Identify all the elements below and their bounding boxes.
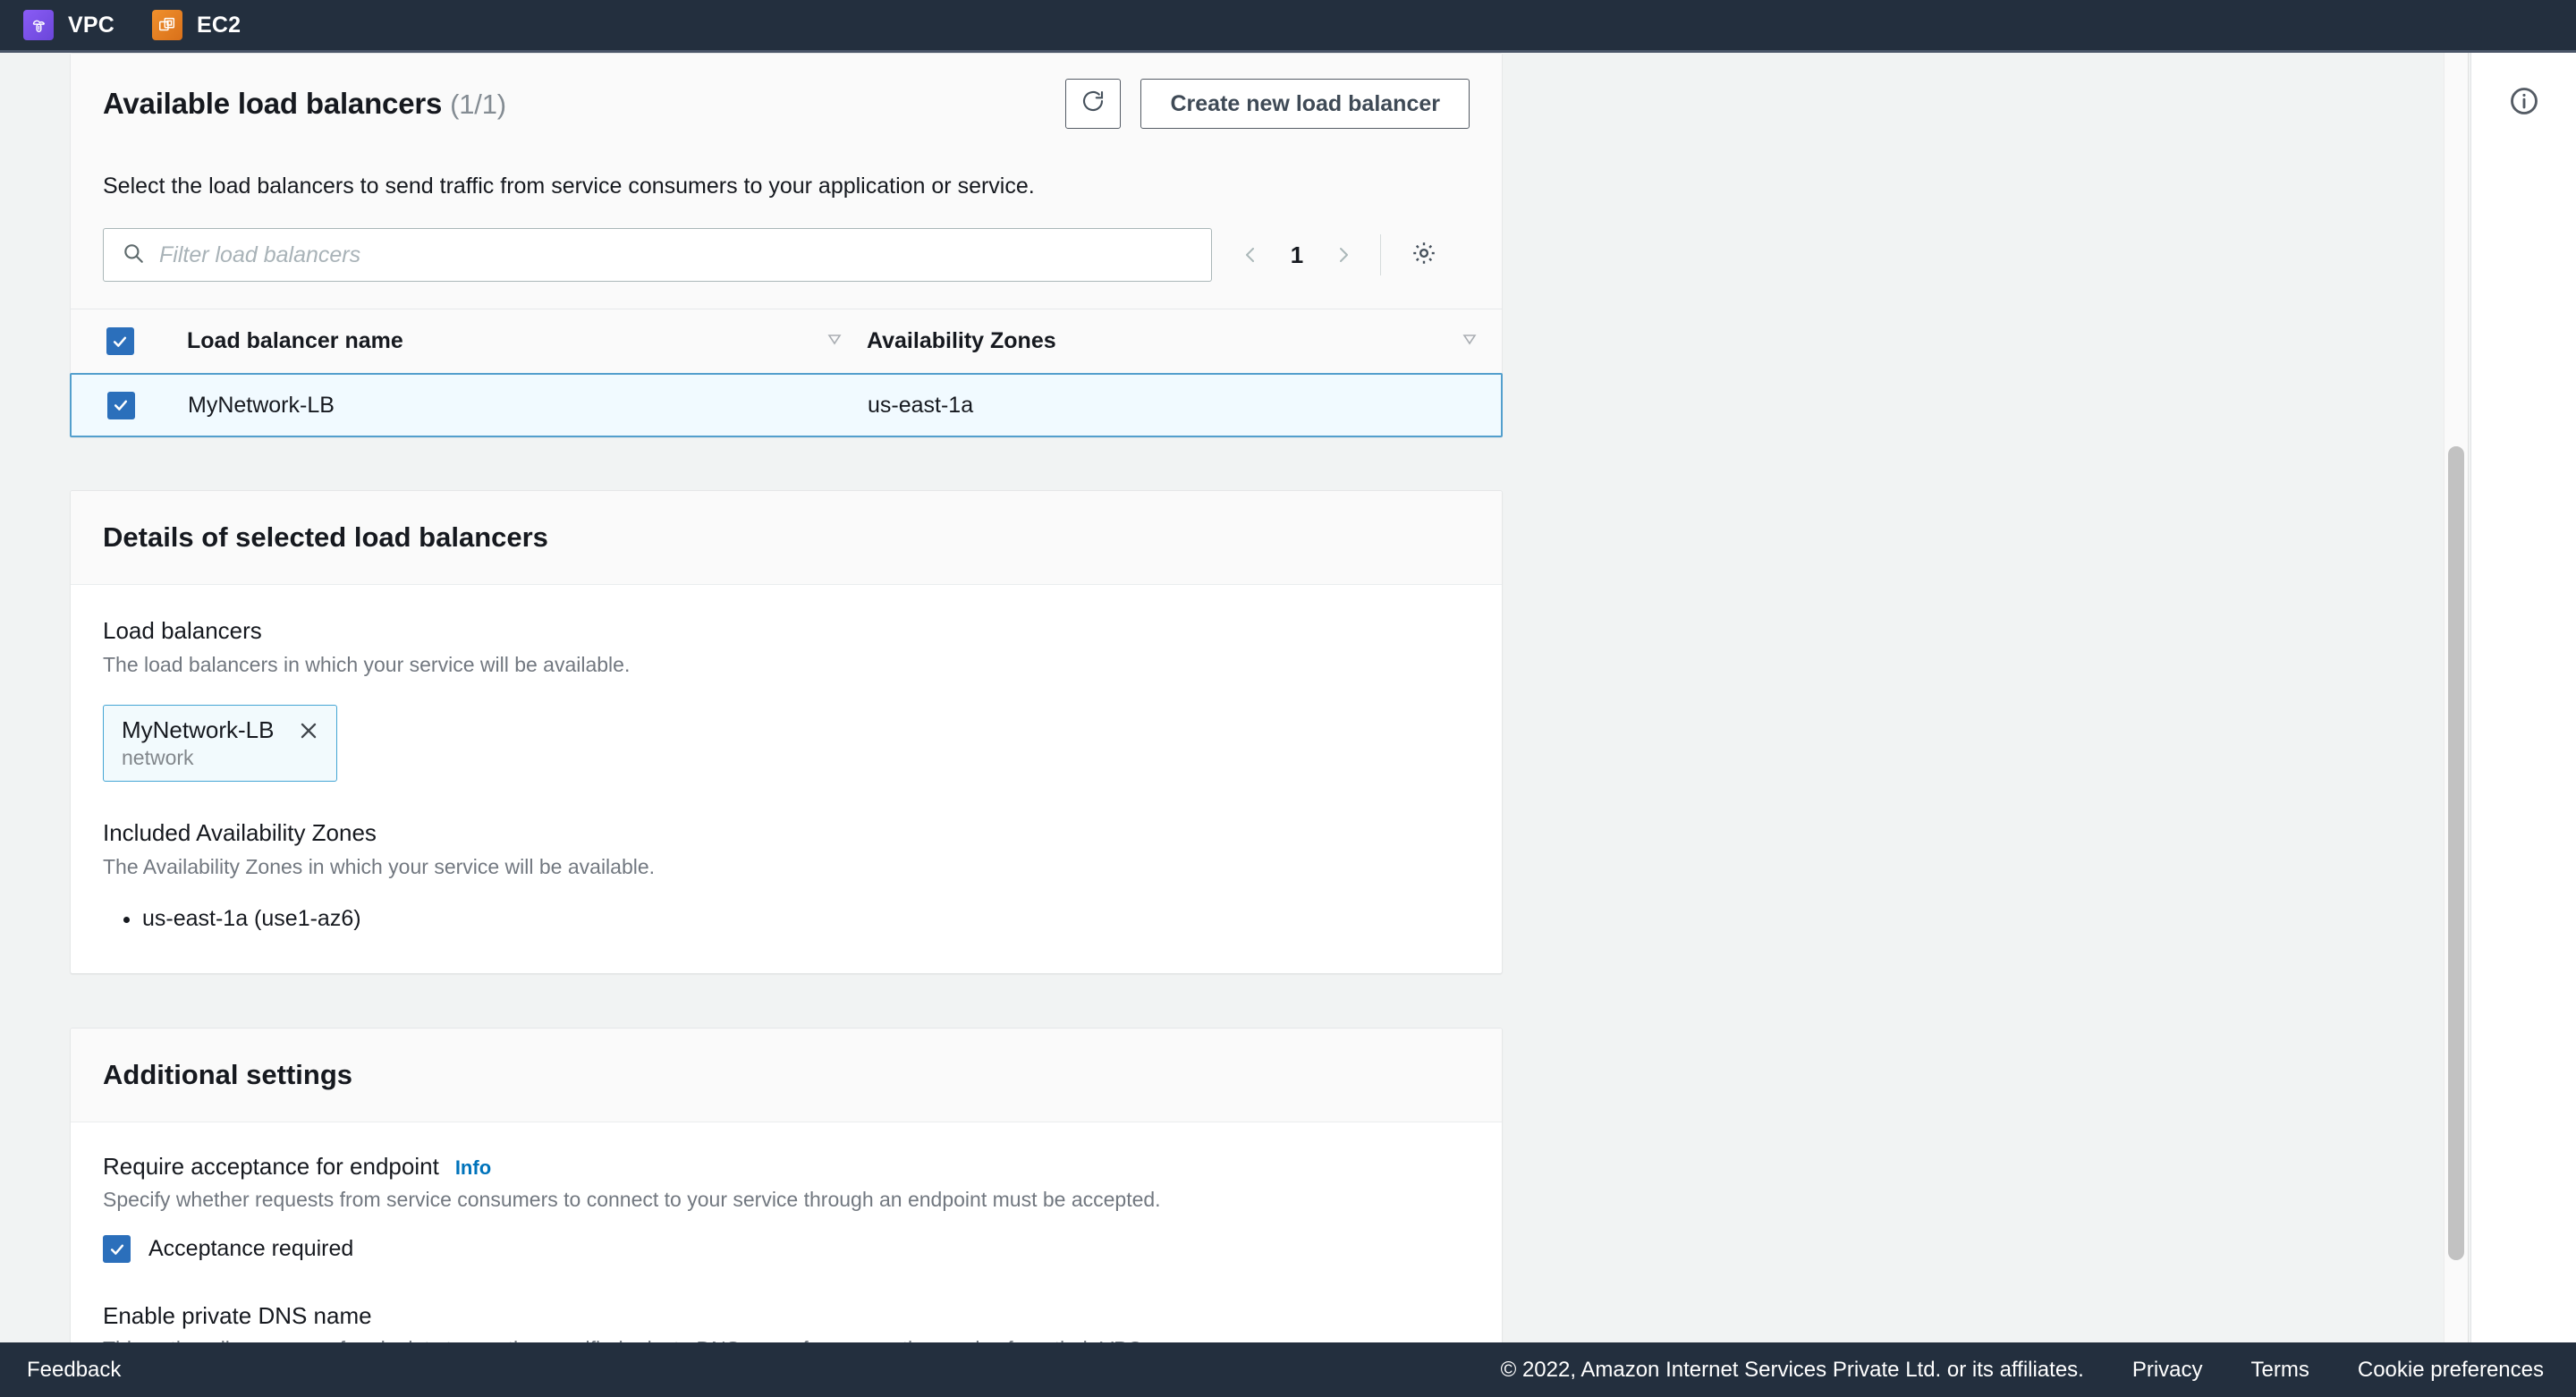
filter-row: 1 — [103, 228, 1470, 309]
search-icon — [122, 241, 145, 269]
pagination-next-button[interactable] — [1330, 239, 1357, 271]
feedback-link[interactable]: Feedback — [0, 1358, 121, 1383]
column-header-label: Load balancer name — [187, 328, 403, 353]
pagination-current-page[interactable]: 1 — [1287, 241, 1307, 269]
availability-zones-field-label: Included Availability Zones — [103, 819, 377, 847]
info-icon[interactable] — [2508, 85, 2540, 1342]
load-balancers-header: Available load balancers (1/1) Create ne… — [71, 54, 1502, 309]
acceptance-required-row[interactable]: Acceptance required — [103, 1235, 1470, 1264]
create-load-balancer-button[interactable]: Create new load balancer — [1140, 79, 1470, 129]
table-preferences-button[interactable] — [1404, 235, 1444, 275]
details-panel: Details of selected load balancers Load … — [70, 490, 1503, 975]
info-link[interactable]: Info — [455, 1156, 491, 1180]
available-load-balancers-panel: Available load balancers (1/1) Create ne… — [70, 53, 1503, 438]
terms-link[interactable]: Terms — [2251, 1358, 2309, 1383]
private-dns-label: Enable private DNS name — [103, 1302, 372, 1330]
select-all-checkbox[interactable] — [106, 327, 134, 355]
details-panel-title: Details of selected load balancers — [103, 521, 548, 553]
panel-actions: Create new load balancer — [1065, 79, 1470, 129]
list-item: us-east-1a (use1-az6) — [142, 902, 1470, 936]
toolbar-divider — [1380, 234, 1381, 275]
token-remove-button[interactable] — [297, 719, 320, 742]
cell-availability-zone: us-east-1a — [868, 392, 974, 418]
cell-load-balancer-name: MyNetwork-LB — [188, 392, 335, 418]
row-select-cell — [72, 391, 170, 419]
additional-settings-body: Require acceptance for endpoint Info Spe… — [71, 1122, 1502, 1380]
sort-descending-icon — [826, 328, 843, 354]
vpc-cloud-icon — [23, 10, 54, 40]
token-label: MyNetwork-LB — [122, 716, 275, 744]
ec2-instances-icon — [152, 10, 183, 40]
pagination: 1 — [1237, 239, 1357, 271]
info-side-rail — [2470, 53, 2576, 1342]
page-body: Available load balancers (1/1) Create ne… — [0, 53, 2576, 1381]
refresh-icon — [1080, 88, 1106, 121]
availability-zones-list: us-east-1a (use1-az6) — [103, 902, 1470, 936]
table-row[interactable]: MyNetwork-LB us-east-1a — [70, 373, 1503, 437]
select-all-cell — [71, 327, 169, 355]
sort-descending-icon — [1461, 328, 1479, 354]
nav-tab-ec2[interactable]: EC2 — [152, 10, 241, 40]
load-balancer-token: MyNetwork-LB network — [103, 705, 338, 783]
gear-icon — [1411, 240, 1437, 271]
token-type-label: network — [122, 746, 194, 770]
search-box[interactable] — [103, 228, 1212, 282]
additional-settings-header: Additional settings — [71, 1029, 1502, 1123]
privacy-link[interactable]: Privacy — [2132, 1358, 2203, 1383]
acceptance-required-label: Acceptance required — [148, 1236, 354, 1262]
column-header-availability-zones[interactable]: Availability Zones — [867, 328, 1502, 354]
load-balancers-field-description: The load balancers in which your service… — [103, 653, 631, 676]
cookie-preferences-link[interactable]: Cookie preferences — [2358, 1358, 2544, 1383]
row-checkbox[interactable] — [106, 391, 135, 419]
refresh-button[interactable] — [1065, 79, 1122, 129]
top-navigation-bar: VPC EC2 — [0, 0, 2576, 53]
load-balancers-field-label: Load balancers — [103, 617, 262, 644]
column-header-label: Availability Zones — [867, 328, 1056, 353]
page-title: Available load balancers (1/1) — [103, 87, 506, 121]
pagination-previous-button[interactable] — [1237, 239, 1264, 271]
load-balancers-count: (1/1) — [450, 89, 506, 120]
table-header-row: Load balancer name Availability Zones — [71, 309, 1502, 373]
require-acceptance-description: Specify whether requests from service co… — [103, 1188, 1161, 1212]
availability-zones-field-description: The Availability Zones in which your ser… — [103, 855, 656, 879]
load-balancers-field: Load balancers The load balancers in whi… — [103, 617, 1470, 783]
page-footer: Feedback © 2022, Amazon Internet Service… — [0, 1342, 2576, 1397]
main-content-column: Available load balancers (1/1) Create ne… — [70, 53, 1503, 1381]
search-input[interactable] — [159, 241, 1193, 268]
column-header-load-balancer-name[interactable]: Load balancer name — [169, 328, 867, 354]
additional-settings-panel: Additional settings Require acceptance f… — [70, 1028, 1503, 1381]
panel-description: Select the load balancers to send traffi… — [103, 174, 1035, 199]
acceptance-required-checkbox[interactable] — [103, 1235, 131, 1264]
require-acceptance-setting: Require acceptance for endpoint Info Spe… — [103, 1153, 1470, 1264]
nav-tab-ec2-label: EC2 — [197, 12, 242, 38]
footer-links: © 2022, Amazon Internet Services Private… — [1501, 1358, 2576, 1383]
additional-settings-title: Additional settings — [103, 1059, 352, 1091]
nav-tab-vpc[interactable]: VPC — [23, 10, 114, 40]
details-panel-header: Details of selected load balancers — [71, 491, 1502, 585]
page-title-text: Available load balancers — [103, 87, 443, 120]
included-availability-zones-field: Included Availability Zones The Availabi… — [103, 819, 1470, 936]
copyright-text: © 2022, Amazon Internet Services Private… — [1500, 1357, 2084, 1382]
vertical-scrollbar-thumb[interactable] — [2448, 446, 2464, 1260]
details-panel-body: Load balancers The load balancers in whi… — [71, 585, 1502, 974]
nav-tab-vpc-label: VPC — [68, 12, 115, 38]
vertical-scrollbar-track[interactable] — [2444, 53, 2469, 1342]
require-acceptance-label: Require acceptance for endpoint — [103, 1153, 439, 1181]
